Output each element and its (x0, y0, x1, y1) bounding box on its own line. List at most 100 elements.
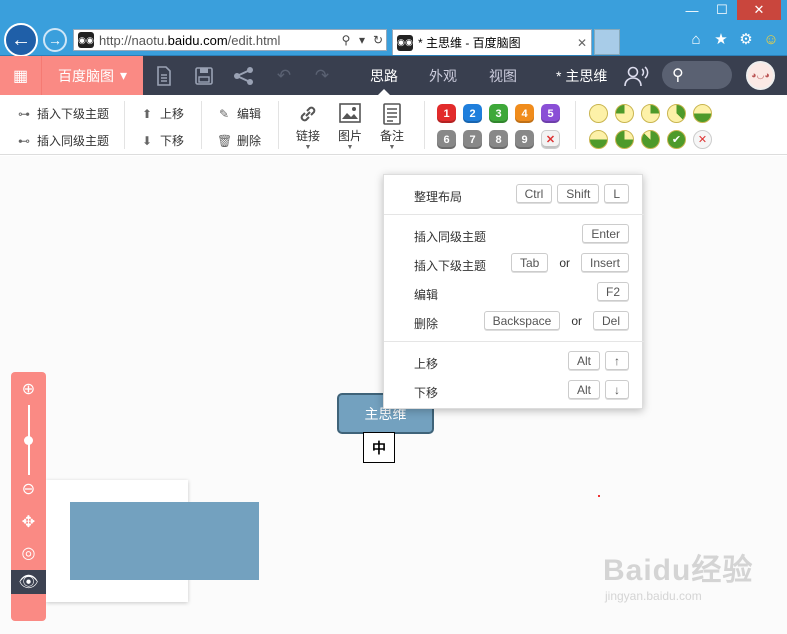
navigator-panel[interactable] (46, 480, 259, 602)
menu-item-insert-sibling[interactable]: 插入同级主题 Enter (384, 224, 644, 246)
back-button[interactable]: ← (4, 23, 38, 57)
watermark-logo: Baidu经验 (603, 554, 754, 587)
search-icon[interactable]: ⚲ (338, 33, 354, 47)
cursor-dot (598, 495, 600, 497)
zoom-out-icon[interactable]: ⊖ (11, 477, 46, 501)
menu-item-move-up[interactable]: 上移 Alt ↑ (384, 351, 644, 373)
locate-root-icon[interactable]: ◎ (11, 541, 46, 565)
tab-appearance[interactable]: 外观 (420, 56, 466, 95)
progress-done-icon[interactable]: ✔ (667, 130, 686, 149)
shortcut-keys: Alt ↑ (567, 351, 629, 370)
forward-button[interactable]: → (43, 28, 67, 52)
link-button[interactable]: 链接 ▼ (290, 103, 326, 152)
menu-item-move-down[interactable]: 下移 Alt ↓ (384, 380, 644, 402)
new-tab-button[interactable] (594, 29, 620, 55)
progress-5-icon[interactable] (589, 130, 608, 149)
priority-remove-icon[interactable]: ✕ (541, 130, 560, 149)
redo-icon[interactable]: ↷ (304, 56, 340, 95)
key: Del (592, 311, 629, 330)
undo-icon[interactable]: ↶ (266, 56, 302, 95)
search-button[interactable]: ⚲ (662, 61, 732, 89)
save-icon[interactable] (186, 56, 222, 95)
progress-6-icon[interactable] (615, 130, 634, 149)
menu-item-edit[interactable]: 编辑 F2 (384, 282, 644, 304)
shortcut-keys: Tab or Insert (510, 253, 629, 272)
insert-sibling-button[interactable]: ⊷ 插入同级主题 (17, 132, 109, 149)
menu-item-label: 插入同级主题 (414, 230, 487, 244)
divider (575, 101, 576, 149)
priority-8-icon[interactable]: 8 (489, 130, 508, 149)
tab-idea[interactable]: 思路 (360, 56, 408, 95)
progress-4-icon[interactable] (693, 104, 712, 123)
move-up-label: 上移 (160, 107, 185, 121)
browser-tab[interactable]: ◉◉ * 主思维 - 百度脑图 ✕ (392, 29, 592, 55)
image-button[interactable]: 图片 ▼ (332, 103, 368, 152)
image-icon (339, 103, 361, 127)
or-text: or (571, 313, 582, 328)
smiley-feedback-icon[interactable]: ☺ (761, 29, 781, 49)
dropdown-icon[interactable]: ▾ (354, 33, 370, 47)
progress-2-icon[interactable] (641, 104, 660, 123)
progress-3-icon[interactable] (667, 104, 686, 123)
progress-1-icon[interactable] (615, 104, 634, 123)
favorites-star-icon[interactable]: ★ (711, 29, 731, 49)
priority-2-icon[interactable]: 2 (463, 104, 482, 123)
caret-down-icon: ▼ (304, 144, 312, 151)
key: Enter (582, 224, 629, 243)
priority-7-icon[interactable]: 7 (463, 130, 482, 149)
zoom-in-icon[interactable]: ⊕ (11, 377, 46, 401)
shortcut-keys: F2 (596, 282, 629, 301)
priority-4-icon[interactable]: 4 (515, 104, 534, 123)
priority-6-icon[interactable]: 6 (437, 130, 456, 149)
priority-9-icon[interactable]: 9 (515, 130, 534, 149)
share-users-icon[interactable] (622, 56, 652, 95)
move-hand-icon[interactable]: ✥ (11, 510, 46, 534)
settings-gear-icon[interactable]: ⚙ (736, 29, 756, 49)
progress-remove-icon[interactable]: ✕ (693, 130, 712, 149)
menu-item-insert-child[interactable]: 插入下级主题 Tab or Insert (384, 253, 644, 275)
priority-5-icon[interactable]: 5 (541, 104, 560, 123)
share-icon[interactable] (226, 56, 262, 95)
avatar[interactable]: ◕◡◕ (746, 61, 775, 90)
insert-sibling-icon: ⊷ (18, 133, 30, 148)
insert-child-button[interactable]: ⊶ 插入下级主题 (17, 105, 109, 122)
app-grid-icon[interactable]: ▦ (0, 56, 41, 95)
menu-item-delete[interactable]: 删除 Backspace or Del (384, 311, 644, 333)
minimize-icon[interactable]: — (677, 0, 707, 20)
move-down-button[interactable]: ⬇ 下移 (140, 132, 184, 149)
navigator-viewport[interactable] (70, 502, 259, 580)
menu-item-arrange[interactable]: 整理布局 Ctrl Shift L (384, 184, 644, 206)
close-tab-icon[interactable]: ✕ (573, 36, 591, 50)
home-icon[interactable]: ⌂ (686, 29, 706, 49)
address-bar[interactable]: ◉◉ http://naotu.baidu.com/edit.html ⚲ ▾ … (73, 29, 387, 51)
new-file-icon[interactable] (146, 56, 182, 95)
tab-view[interactable]: 视图 (480, 56, 526, 95)
key: Shift (557, 184, 600, 203)
edit-button[interactable]: ✎ 编辑 (217, 105, 261, 122)
divider (424, 101, 425, 149)
zoom-slider-thumb[interactable] (24, 435, 33, 445)
delete-button[interactable]: 🗑 删除 (217, 132, 261, 149)
priority-1-icon[interactable]: 1 (437, 104, 456, 123)
key: L (604, 184, 629, 203)
tab-title: * 主思维 - 百度脑图 (418, 36, 521, 50)
priority-3-icon[interactable]: 3 (489, 104, 508, 123)
context-menu: 整理布局 Ctrl Shift L 插入同级主题 Enter 插入下级主题 Ta… (383, 174, 644, 409)
menu-item-label: 插入下级主题 (414, 259, 487, 273)
progress-7-icon[interactable] (641, 130, 660, 149)
key: ↑ (605, 351, 629, 370)
progress-0-icon[interactable] (589, 104, 608, 123)
refresh-icon[interactable]: ↻ (370, 33, 386, 47)
divider (278, 101, 279, 149)
arrow-up-icon: ⬆ (141, 106, 153, 121)
close-window-icon[interactable]: ✕ (737, 0, 781, 20)
maximize-icon[interactable]: ☐ (707, 0, 737, 20)
delete-label: 删除 (237, 134, 262, 148)
move-up-button[interactable]: ⬆ 上移 (140, 105, 184, 122)
toolbar-ribbon: ⊶ 插入下级主题 ⊷ 插入同级主题 ⬆ 上移 ⬇ 下移 ✎ 编辑 🗑 删除 链接… (0, 95, 787, 155)
trash-icon: 🗑 (217, 133, 233, 148)
key: Alt (567, 351, 600, 370)
eye-icon[interactable]: 👁 (11, 570, 46, 594)
app-menu-button[interactable]: 百度脑图 ▾ (41, 56, 143, 95)
note-button[interactable]: 备注 ▼ (374, 103, 410, 152)
